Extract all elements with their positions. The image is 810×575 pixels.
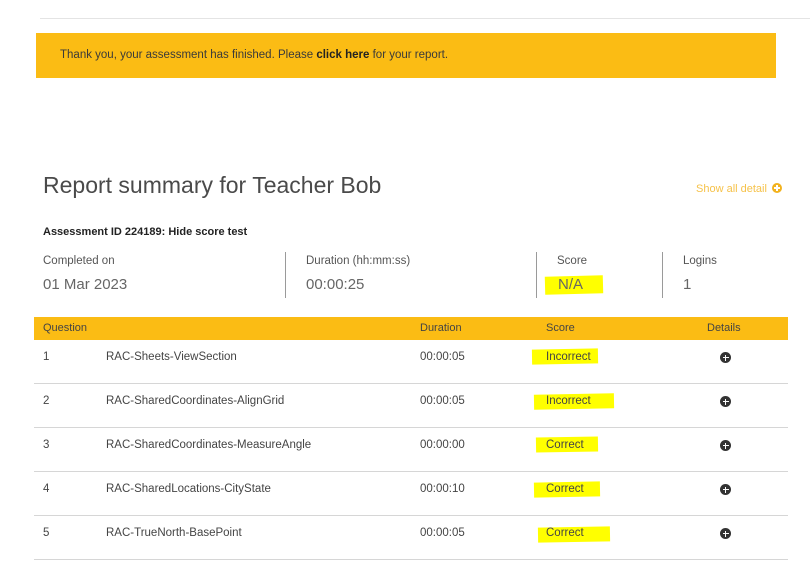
score-label: Score <box>557 255 588 267</box>
plus-circle-icon <box>772 183 782 193</box>
logins-label: Logins <box>683 255 717 267</box>
duration-value: 00:00:25 <box>306 276 365 293</box>
banner-text-after: for your report. <box>369 49 449 61</box>
score-header: Score <box>546 322 575 334</box>
table-row: 3 RAC-SharedCoordinates-MeasureAngle 00:… <box>34 428 788 472</box>
question-number: 4 <box>43 483 50 495</box>
page-title: Report summary for Teacher Bob <box>43 172 382 198</box>
duration-header: Duration <box>420 322 462 334</box>
show-all-detail-link[interactable]: Show all detail <box>696 183 782 195</box>
completed-value: 01 Mar 2023 <box>43 276 128 293</box>
question-name: RAC-TrueNorth-BasePoint <box>106 527 242 539</box>
notification-banner: Thank you, your assessment has finished.… <box>36 33 776 78</box>
question-duration: 00:00:05 <box>420 351 465 363</box>
question-score: Incorrect <box>546 351 591 363</box>
question-name: RAC-SharedCoordinates-MeasureAngle <box>106 439 312 451</box>
table-row: 4 RAC-SharedLocations-CityState 00:00:10… <box>34 472 788 516</box>
question-score: Incorrect <box>546 395 591 407</box>
table-header: Question Duration Score Details <box>34 317 788 340</box>
details-plus-icon[interactable] <box>720 528 731 539</box>
question-number: 5 <box>43 527 50 539</box>
details-plus-icon[interactable] <box>720 396 731 407</box>
question-header: Question <box>43 322 88 334</box>
question-name: RAC-Sheets-ViewSection <box>106 351 237 363</box>
table-row: 5 RAC-TrueNorth-BasePoint 00:00:05 Corre… <box>34 516 788 560</box>
score-value: N/A <box>558 276 584 293</box>
question-duration: 00:00:10 <box>420 483 465 495</box>
question-score: Correct <box>546 439 584 451</box>
top-divider <box>40 18 810 19</box>
table-row: 2 RAC-SharedCoordinates-AlignGrid 00:00:… <box>34 384 788 428</box>
report-link[interactable]: click here <box>316 49 369 61</box>
question-name: RAC-SharedCoordinates-AlignGrid <box>106 395 285 407</box>
duration-label: Duration (hh:mm:ss) <box>306 255 411 267</box>
stat-divider <box>662 252 663 298</box>
details-plus-icon[interactable] <box>720 484 731 495</box>
question-name: RAC-SharedLocations-CityState <box>106 483 271 495</box>
question-score: Correct <box>546 527 584 539</box>
question-number: 1 <box>43 351 50 363</box>
banner-message: Thank you, your assessment has finished.… <box>60 49 448 61</box>
details-header: Details <box>707 322 741 334</box>
question-duration: 00:00:05 <box>420 395 465 407</box>
question-number: 2 <box>43 395 50 407</box>
question-duration: 00:00:05 <box>420 527 465 539</box>
completed-label: Completed on <box>43 255 115 267</box>
details-plus-icon[interactable] <box>720 352 731 363</box>
banner-text-before: Thank you, your assessment has finished.… <box>60 49 317 61</box>
details-plus-icon[interactable] <box>720 440 731 451</box>
show-all-detail-label: Show all detail <box>696 183 767 195</box>
question-score: Correct <box>546 483 584 495</box>
question-duration: 00:00:00 <box>420 439 465 451</box>
stat-divider <box>285 252 286 298</box>
logins-value: 1 <box>683 276 692 293</box>
table-row: 1 RAC-Sheets-ViewSection 00:00:05 Incorr… <box>34 340 788 384</box>
stat-divider <box>536 252 537 298</box>
assessment-id: Assessment ID 224189: Hide score test <box>43 226 248 238</box>
question-number: 3 <box>43 439 50 451</box>
